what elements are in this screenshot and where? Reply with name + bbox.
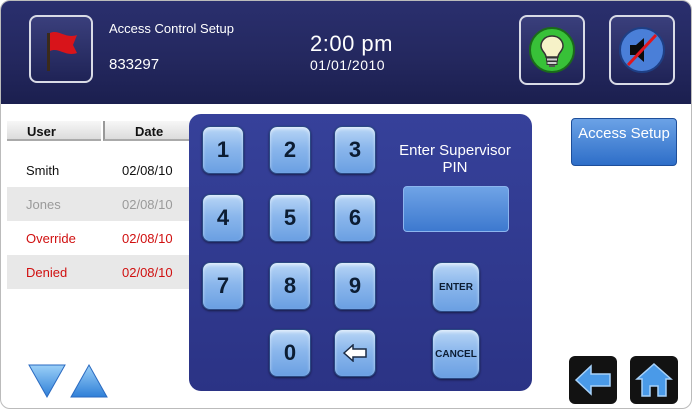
table-row[interactable]: Denied 02/08/10 xyxy=(7,255,189,289)
table-row[interactable]: Override 02/08/10 xyxy=(7,221,189,255)
access-log-table: User Date Smith 02/08/10 Jones 02/08/10 … xyxy=(7,121,191,289)
home-button[interactable] xyxy=(630,356,678,404)
clock-time: 2:00 pm xyxy=(310,31,393,56)
pin-input[interactable] xyxy=(403,186,509,232)
clock-date: 01/01/2010 xyxy=(310,57,386,73)
back-button[interactable] xyxy=(569,356,617,404)
pin-prompt: Enter Supervisor PIN xyxy=(399,142,511,176)
key-2[interactable]: 2 xyxy=(269,126,311,174)
page-title: Access Control Setup xyxy=(109,21,235,36)
table-row[interactable]: Jones 02/08/10 xyxy=(7,187,189,221)
row-user: Jones xyxy=(26,197,61,212)
back-arrow-icon xyxy=(574,364,611,396)
key-6[interactable]: 6 xyxy=(334,194,376,242)
flag-button[interactable] xyxy=(29,15,93,83)
key-5[interactable]: 5 xyxy=(269,194,311,242)
row-user: Smith xyxy=(26,163,60,178)
key-9[interactable]: 9 xyxy=(334,262,376,310)
key-3[interactable]: 3 xyxy=(334,126,376,174)
key-4[interactable]: 4 xyxy=(202,194,244,242)
flag-icon xyxy=(47,32,77,71)
key-0[interactable]: 0 xyxy=(269,329,311,377)
table-row[interactable]: Smith 02/08/10 xyxy=(7,153,189,187)
row-date: 02/08/10 xyxy=(122,231,173,246)
cancel-button[interactable]: CANCEL xyxy=(432,329,480,379)
scroll-down-icon[interactable] xyxy=(27,363,67,399)
row-date: 02/08/10 xyxy=(122,163,173,178)
access-setup-button[interactable]: Access Setup xyxy=(571,118,677,166)
backspace-arrow-icon xyxy=(343,344,367,362)
key-8[interactable]: 8 xyxy=(269,262,311,310)
row-date: 02/08/10 xyxy=(122,197,173,212)
keypad-panel: 1 2 3 4 5 6 7 8 9 0 Enter Supervisor PIN… xyxy=(189,114,532,391)
column-header-user[interactable]: User xyxy=(7,121,101,141)
key-7[interactable]: 7 xyxy=(202,262,244,310)
device-code: 833297 xyxy=(109,56,160,73)
lightbulb-icon xyxy=(529,27,575,73)
home-icon xyxy=(635,362,673,397)
backspace-button[interactable] xyxy=(334,329,376,377)
light-button[interactable] xyxy=(519,15,585,85)
screen: Access Control Setup 833297 2:00 pm 01/0… xyxy=(0,0,692,409)
scroll-up-icon[interactable] xyxy=(69,363,109,399)
speaker-mute-icon xyxy=(619,27,665,73)
header-bar: Access Control Setup 833297 2:00 pm 01/0… xyxy=(1,1,691,104)
row-user: Denied xyxy=(26,265,68,280)
row-user: Override xyxy=(26,231,76,246)
row-date: 02/08/10 xyxy=(122,265,173,280)
sound-button[interactable] xyxy=(609,15,675,85)
column-header-date[interactable]: Date xyxy=(103,121,191,141)
key-1[interactable]: 1 xyxy=(202,126,244,174)
enter-button[interactable]: ENTER xyxy=(432,262,480,312)
